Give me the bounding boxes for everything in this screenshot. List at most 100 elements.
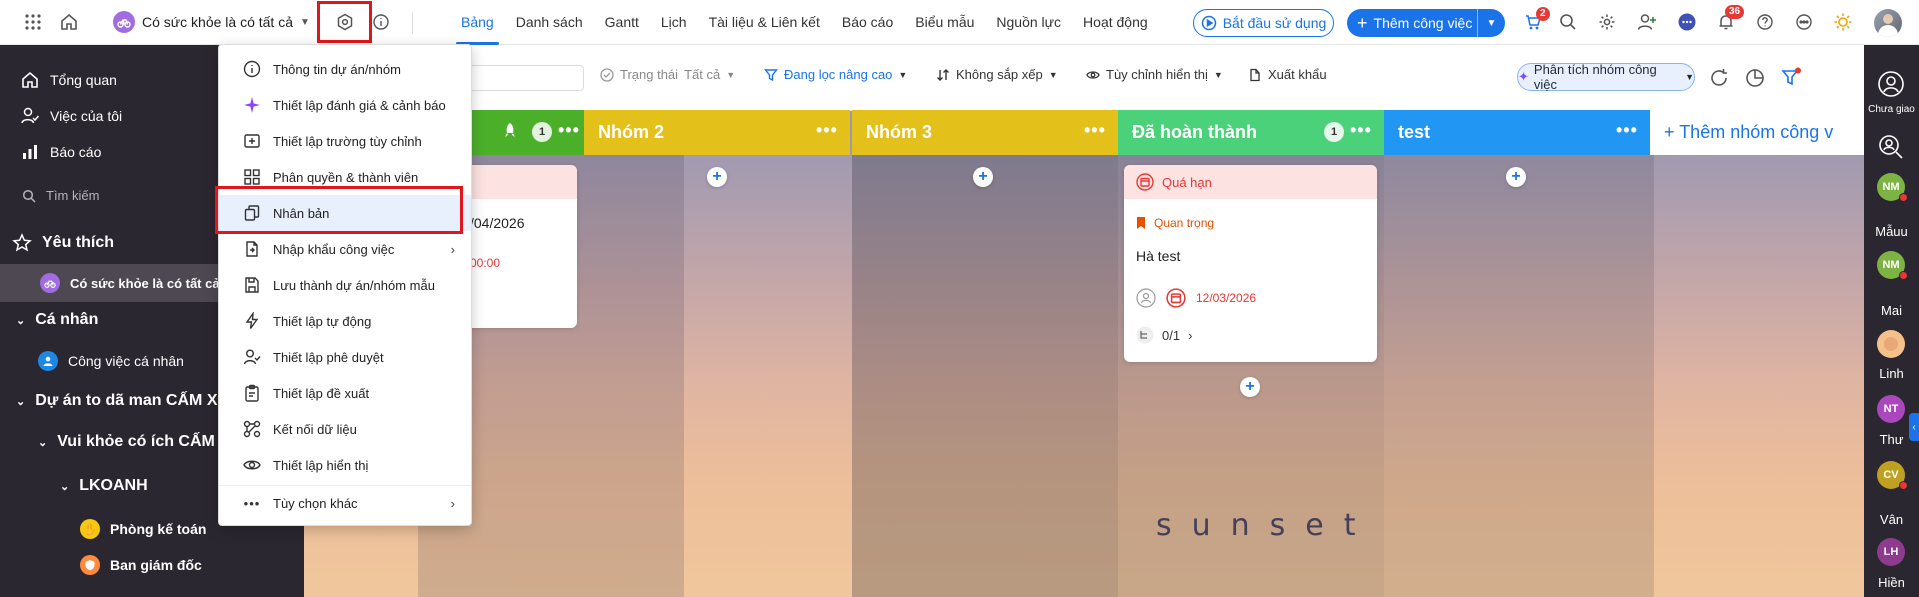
more-dots-icon[interactable]: ••• <box>1084 120 1106 141</box>
member-avatar[interactable]: LH <box>1877 538 1905 566</box>
tab-nguon-luc[interactable]: Nguồn lực <box>985 0 1072 45</box>
sun-icon[interactable] <box>1830 9 1856 35</box>
tab-lich[interactable]: Lịch <box>650 0 698 45</box>
play-circle-icon <box>1201 15 1217 31</box>
sidebar-item-overview[interactable]: Tổng quan <box>20 70 117 90</box>
project-selector[interactable]: Có sức khỏe là có tất cả ▼ <box>113 9 310 35</box>
gear-icon[interactable] <box>1594 9 1620 35</box>
status-filter[interactable]: Trạng thái Tất cả ▼ <box>600 67 735 82</box>
add-field-icon <box>243 132 261 150</box>
sidebar-item-my-tasks[interactable]: Việc của tôi <box>20 106 122 126</box>
menu-item-approval[interactable]: Thiết lập phê duyệt <box>219 339 471 375</box>
menu-item-save-template[interactable]: Lưu thành dự án/nhóm mẫu <box>219 267 471 303</box>
advanced-filter[interactable]: Đang lọc nâng cao ▼ <box>764 67 907 82</box>
bike-icon <box>40 273 60 293</box>
sidebar-section-project[interactable]: ⌄ Dự án to dã man CẤM XÓ <box>16 392 230 410</box>
add-card-button[interactable]: + <box>707 167 727 187</box>
search-icon[interactable] <box>1555 9 1581 35</box>
column-body-shade <box>1384 155 1654 597</box>
search-user-icon[interactable] <box>1877 133 1905 161</box>
tab-bieu-mau[interactable]: Biểu mẫu <box>904 0 985 45</box>
tab-danh-sach[interactable]: Danh sách <box>505 0 594 45</box>
more-dots-icon[interactable]: ••• <box>1616 120 1638 141</box>
more-circle-icon[interactable] <box>1791 9 1817 35</box>
menu-item-automation[interactable]: Thiết lập tự động <box>219 303 471 339</box>
sidebar-item-group[interactable]: ⌄ LKOANH <box>60 477 148 495</box>
column-header-2[interactable]: Nhóm 2 ••• <box>584 110 850 155</box>
pie-chart-icon[interactable] <box>1744 67 1766 89</box>
warning-dot <box>1899 271 1908 280</box>
filter-active-icon[interactable] <box>1780 67 1802 89</box>
cart-icon[interactable]: 2 <box>1520 7 1550 35</box>
add-group-button[interactable]: + Thêm nhóm công v <box>1650 110 1864 155</box>
plus-icon: + <box>1357 13 1368 33</box>
chevron-down-icon: ⌄ <box>16 314 26 327</box>
column-name: Nhóm 3 <box>866 122 933 142</box>
chevron-down-icon: ▼ <box>726 69 736 80</box>
menu-item-proposal[interactable]: Thiết lập đề xuất <box>219 375 471 411</box>
chat-icon[interactable] <box>1674 9 1700 35</box>
add-card-button[interactable]: + <box>1240 377 1260 397</box>
menu-item-data-connect[interactable]: Kết nối dữ liệu <box>219 411 471 447</box>
tab-gantt[interactable]: Gantt <box>594 0 650 45</box>
more-dots-icon[interactable]: ••• <box>1350 120 1372 141</box>
menu-item-more-options[interactable]: ••• Tùy chọn khác › <box>219 485 471 521</box>
column-header-3[interactable]: Nhóm 3 ••• <box>852 110 1118 155</box>
menu-item-import-tasks[interactable]: Nhập khẩu công việc › <box>219 231 471 267</box>
chevron-down-icon: ▼ <box>898 69 908 80</box>
calendar-icon <box>1136 173 1154 191</box>
subtask-count[interactable]: 0/1 › <box>1136 326 1192 344</box>
project-settings-menu: Thông tin dự án/nhóm Thiết lập đánh giá … <box>218 44 472 526</box>
tab-bang[interactable]: Bảng <box>450 0 505 45</box>
chevron-down-icon[interactable]: ▼ <box>1477 9 1505 37</box>
sidebar-item-board-directors[interactable]: Ban giám đốc <box>80 555 202 575</box>
user-circle-icon[interactable] <box>1877 70 1905 98</box>
more-dots-icon[interactable]: ••• <box>558 120 580 141</box>
card-title: Hà test <box>1136 248 1181 264</box>
group-analysis-button[interactable]: ✦ Phân tích nhóm công việc ▼ <box>1517 62 1695 92</box>
add-task-button[interactable]: + Thêm công việc ▼ <box>1347 9 1505 37</box>
menu-item-project-info[interactable]: Thông tin dự án/nhóm <box>219 51 471 87</box>
tab-tai-lieu[interactable]: Tài liệu & Liên kết <box>698 0 831 45</box>
help-icon[interactable] <box>1752 9 1778 35</box>
sidebar-section-favorites[interactable]: Yêu thích <box>12 233 114 253</box>
assignee-icon[interactable] <box>1136 288 1156 308</box>
task-card[interactable]: Quá hạn Quan trọng Hà test 12/03/2026 0/… <box>1124 165 1377 362</box>
sort-menu[interactable]: Không sắp xếp ▼ <box>936 67 1058 82</box>
sidebar-item-sub-project[interactable]: ⌄ Vui khỏe có ích CẤM <box>38 433 215 451</box>
home-icon[interactable] <box>56 9 82 35</box>
add-card-button[interactable]: + <box>973 167 993 187</box>
sidebar-section-personal[interactable]: ⌄ Cá nhân <box>16 311 98 329</box>
card-time: 00:00 <box>470 256 501 270</box>
member-avatar[interactable]: NT <box>1877 395 1905 423</box>
tab-hoat-dong[interactable]: Hoạt động <box>1072 0 1159 45</box>
info-icon[interactable] <box>368 9 394 35</box>
member-photo-avatar[interactable] <box>1877 330 1905 358</box>
menu-item-display-settings[interactable]: Thiết lập hiển thị <box>219 447 471 483</box>
sidebar-item-personal-tasks[interactable]: Công việc cá nhân <box>38 351 184 371</box>
export-button[interactable]: Xuất khẩu <box>1248 67 1327 82</box>
bell-icon[interactable]: 36 <box>1713 5 1745 35</box>
sidebar-item-reports[interactable]: Báo cáo <box>20 142 101 162</box>
add-card-button[interactable]: + <box>1506 167 1526 187</box>
apps-grid-icon[interactable] <box>20 9 46 35</box>
chevron-down-icon: ⌄ <box>16 395 26 408</box>
column-header-done[interactable]: Đã hoàn thành 1 ••• <box>1118 110 1384 155</box>
menu-item-custom-fields[interactable]: Thiết lập trường tùy chỉnh <box>219 123 471 159</box>
display-settings[interactable]: Tùy chỉnh hiển thị ▼ <box>1086 67 1223 82</box>
menu-item-evaluation-warning[interactable]: Thiết lập đánh giá & cảnh báo <box>219 87 471 123</box>
start-using-button[interactable]: Bắt đầu sử dụng <box>1193 9 1334 37</box>
sidebar-item-accounting[interactable]: ✋ Phòng kế toán <box>80 519 206 539</box>
member-name: Mai <box>1881 303 1902 318</box>
column-header-test[interactable]: test ••• <box>1384 110 1650 155</box>
more-dots-icon[interactable]: ••• <box>816 120 838 141</box>
eye-icon <box>243 456 261 474</box>
sidebar-search[interactable]: Tìm kiếm <box>22 188 99 203</box>
tab-bao-cao[interactable]: Báo cáo <box>831 0 904 45</box>
add-user-icon[interactable] <box>1634 9 1660 35</box>
user-avatar[interactable] <box>1874 9 1902 37</box>
collapse-panel-handle[interactable]: ‹ <box>1909 413 1919 441</box>
background-text: sunset <box>1156 508 1376 543</box>
settings-highlight-box <box>317 1 372 43</box>
refresh-icon[interactable] <box>1708 67 1730 89</box>
